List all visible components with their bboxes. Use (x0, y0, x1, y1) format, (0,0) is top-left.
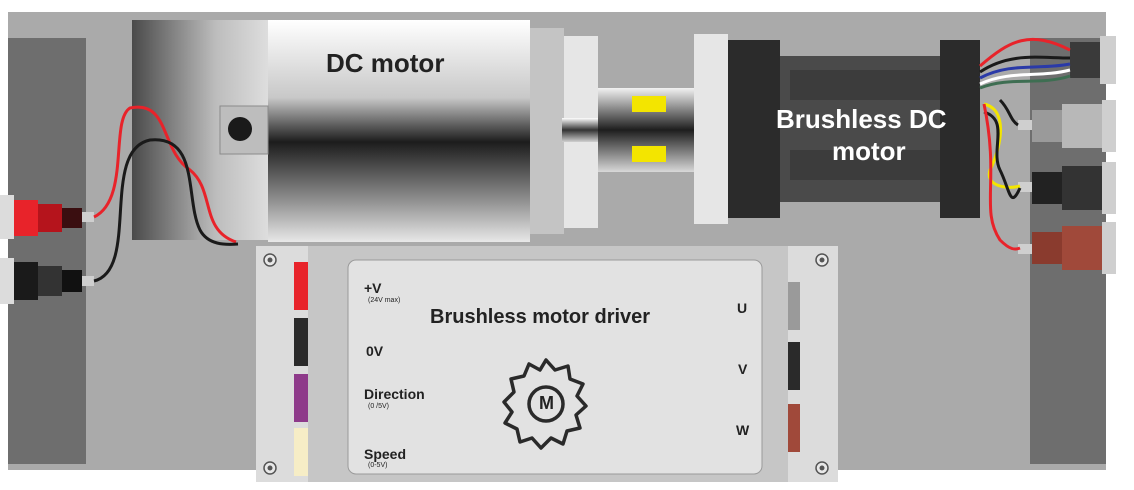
output-label-v: V (738, 361, 748, 377)
right-top-socket (1070, 36, 1116, 84)
screw-icon (263, 253, 277, 267)
input-label-0v: 0V (366, 343, 384, 359)
driver-title: Brushless motor driver (430, 306, 651, 328)
input-label-direction: Direction (364, 386, 425, 402)
input-note-direction: (0 /5V) (368, 403, 390, 410)
terminal-direction (294, 374, 308, 422)
bldc-motor-label-line1: Brushless DC (776, 104, 947, 134)
input-label-plus-v: +V (364, 280, 382, 296)
motor-symbol-letter: M (539, 393, 554, 413)
terminal-0v (294, 318, 308, 366)
screw-icon (815, 253, 829, 267)
diagram-svg (0, 12, 1116, 482)
dc-motor-label: DC motor (326, 48, 445, 78)
output-label-w: W (736, 422, 750, 438)
left-side-panel (8, 38, 86, 464)
input-note-speed: (0-5V) (368, 462, 388, 469)
terminal-u (788, 282, 800, 330)
terminal-v (788, 342, 800, 390)
bldc-motor-label-line2: motor (832, 136, 906, 166)
screw-icon (815, 461, 829, 475)
terminal-plus-v (294, 262, 308, 310)
terminal-speed (294, 428, 308, 476)
screw-icon (263, 461, 277, 475)
output-label-u: U (737, 300, 748, 316)
terminal-w (788, 404, 800, 452)
input-note-plus-v: (24V max) (368, 297, 401, 304)
input-label-speed: Speed (364, 446, 407, 462)
diagram-stage: DC motor Brushless DC motor Brushless mo… (0, 0, 1134, 485)
